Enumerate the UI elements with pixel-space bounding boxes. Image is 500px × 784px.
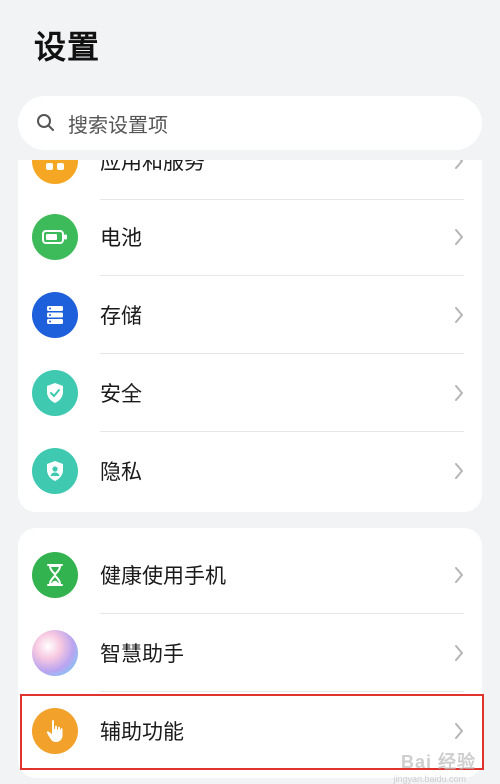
- search-placeholder: 搜索设置项: [68, 112, 168, 137]
- search-bar[interactable]: 搜索设置项: [18, 96, 482, 150]
- settings-item-smart-assistant[interactable]: 智慧助手: [18, 614, 482, 692]
- settings-group-system: 应用和服务 电池 存储 安全 隐私: [18, 160, 482, 512]
- hourglass-icon: [32, 552, 78, 598]
- settings-item-label: 隐私: [100, 460, 142, 484]
- battery-icon: [32, 214, 78, 260]
- chevron-right-icon: [452, 721, 466, 741]
- settings-group-wellbeing: 健康使用手机 智慧助手 辅助功能: [18, 528, 482, 778]
- settings-item-label: 智慧助手: [100, 642, 184, 666]
- settings-item-label: 安全: [100, 382, 142, 406]
- watermark-url: jingyan.baidu.com: [393, 774, 466, 784]
- settings-item-label: 辅助功能: [100, 720, 184, 744]
- assistant-orb-icon: [32, 630, 78, 676]
- settings-item-label: 应用和服务: [100, 160, 205, 174]
- chevron-right-icon: [452, 383, 466, 403]
- settings-item-label: 健康使用手机: [100, 564, 226, 588]
- settings-item-digital-balance[interactable]: 健康使用手机: [18, 536, 482, 614]
- storage-icon: [32, 292, 78, 338]
- shield-check-icon: [32, 370, 78, 416]
- chevron-right-icon: [452, 227, 466, 247]
- chevron-right-icon: [452, 643, 466, 663]
- settings-item-label: 电池: [100, 226, 142, 250]
- apps-icon: [32, 160, 78, 184]
- settings-item-security[interactable]: 安全: [18, 354, 482, 432]
- hand-pointer-icon: [32, 708, 78, 754]
- watermark: Bai 经验: [400, 752, 476, 772]
- chevron-right-icon: [452, 160, 466, 171]
- settings-item-apps-services[interactable]: 应用和服务: [18, 160, 482, 200]
- settings-item-label: 存储: [100, 304, 142, 328]
- search-icon: [36, 113, 56, 133]
- settings-item-storage[interactable]: 存储: [18, 276, 482, 354]
- chevron-right-icon: [452, 565, 466, 585]
- settings-item-privacy[interactable]: 隐私: [18, 432, 482, 510]
- chevron-right-icon: [452, 305, 466, 325]
- privacy-shield-icon: [32, 448, 78, 494]
- page-title: 设置: [34, 28, 101, 66]
- chevron-right-icon: [452, 461, 466, 481]
- settings-item-battery[interactable]: 电池: [18, 198, 482, 276]
